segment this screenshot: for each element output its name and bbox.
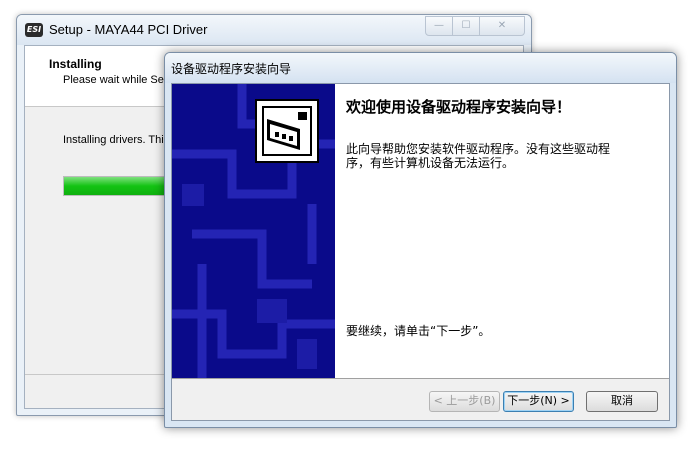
wizard-welcome-panel: 欢迎使用设备驱动程序安装向导！ 此向导帮助您安装软件驱动程序。没有这些驱动程序，… (335, 84, 669, 378)
cancel-button[interactable]: 取消 (586, 391, 658, 412)
wizard-window: 设备驱动程序安装向导 欢迎使用设备驱动程序安装向导！ 此向导帮助您安装软件驱动程… (164, 52, 677, 428)
wizard-description: 此向导帮助您安装软件驱动程序。没有这些驱动程序，有些计算机设备无法运行。 (346, 142, 611, 170)
wizard-continue-instruction: 要继续，请单击“下一步”。 (346, 324, 491, 338)
circuit-pattern-graphic (172, 84, 335, 378)
close-button[interactable]: ✕ (479, 16, 525, 36)
maximize-button[interactable]: ☐ (452, 16, 480, 36)
setup-window-title: Setup - MAYA44 PCI Driver (49, 22, 208, 37)
setup-heading: Installing (49, 57, 102, 71)
install-progress-fill (64, 177, 165, 195)
esi-app-icon: ESI (25, 23, 43, 37)
wizard-titlebar[interactable]: 设备驱动程序安装向导 (165, 53, 676, 83)
wizard-window-title: 设备驱动程序安装向导 (171, 62, 292, 76)
setup-status-text: Installing drivers. Thi (63, 134, 164, 146)
hardware-device-icon (255, 99, 319, 163)
setup-subheading: Please wait while Set (63, 74, 167, 86)
next-button[interactable]: 下一步(N) > (503, 391, 574, 412)
setup-titlebar[interactable]: ESI Setup - MAYA44 PCI Driver — ☐ ✕ (17, 15, 531, 45)
wizard-sidebar-banner (172, 84, 335, 378)
wizard-heading: 欢迎使用设备驱动程序安装向导！ (346, 98, 572, 116)
wizard-client-area: 欢迎使用设备驱动程序安装向导！ 此向导帮助您安装软件驱动程序。没有这些驱动程序，… (171, 83, 670, 421)
wizard-footer-divider (172, 378, 669, 379)
back-button[interactable]: < 上一步(B) (429, 391, 500, 412)
minimize-button[interactable]: — (425, 16, 453, 36)
